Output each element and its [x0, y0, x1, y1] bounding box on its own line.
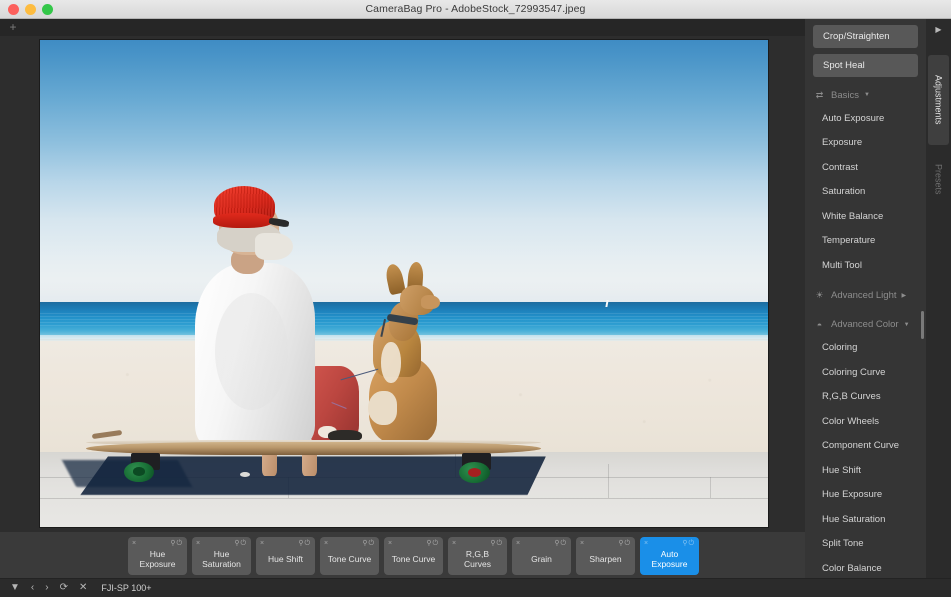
adjustment-saturation[interactable]: Saturation: [805, 180, 926, 205]
remove-icon[interactable]: ×: [580, 540, 584, 547]
filter-tile-hue-saturation[interactable]: × ⚲⏻ HueSaturation: [192, 537, 251, 575]
title-bar: CameraBag Pro - AdobeStock_72993547.jpeg: [0, 0, 951, 19]
adjustment-multi-tool[interactable]: Multi Tool: [805, 253, 926, 278]
adjustment-color-balance[interactable]: Color Balance: [805, 556, 926, 578]
section-label: Advanced Color: [831, 319, 899, 330]
filter-tile-label: Sharpen: [586, 554, 624, 564]
dog-chest: [381, 342, 401, 383]
panel-tab-rail: ▶ Adjustments Presets: [926, 19, 951, 578]
section-label: Basics: [831, 90, 859, 101]
adjustments-panel: Crop/Straighten Spot Heal ⇄ Basics ▼ Aut…: [805, 19, 926, 578]
spot-heal-button[interactable]: Spot Heal: [813, 54, 918, 77]
remove-icon[interactable]: ×: [452, 540, 456, 547]
remove-icon[interactable]: ×: [132, 540, 136, 547]
next-icon[interactable]: ›: [45, 582, 48, 594]
filter-strip: × ⚲⏻ HueExposure × ⚲⏻ HueSaturation × ⚲⏻…: [0, 532, 805, 578]
add-icon[interactable]: +: [7, 21, 19, 33]
crop-straighten-button[interactable]: Crop/Straighten: [813, 25, 918, 48]
chevron-down-icon[interactable]: ▼: [904, 322, 910, 328]
pin-power-icon[interactable]: ⚲⏻: [682, 540, 695, 547]
pin-power-icon[interactable]: ⚲⏻: [362, 540, 375, 547]
section-label: Advanced Light: [831, 290, 897, 301]
sun-icon: ☀: [814, 290, 825, 301]
remove-icon[interactable]: ×: [388, 540, 392, 547]
adjustment-rgb-curves[interactable]: R,G,B Curves: [805, 385, 926, 410]
droplet-icon: ◓: [814, 319, 825, 330]
section-header-basics[interactable]: ⇄ Basics ▼: [805, 84, 926, 106]
adjustment-exposure[interactable]: Exposure: [805, 131, 926, 156]
tab-presets[interactable]: Presets: [928, 149, 949, 209]
filter-tile-label: Grain: [528, 554, 555, 564]
filter-tile-auto-exposure[interactable]: × ⚲⏻ AutoExposure: [640, 537, 699, 575]
filter-tile-rgb-curves[interactable]: × ⚲⏻ R,G,BCurves: [448, 537, 507, 575]
filter-tile-sharpen[interactable]: × ⚲⏻ Sharpen: [576, 537, 635, 575]
pin-power-icon[interactable]: ⚲⏻: [234, 540, 247, 547]
section-header-advanced-color[interactable]: ◓ Advanced Color ▼: [805, 314, 926, 336]
adjustment-coloring[interactable]: Coloring: [805, 336, 926, 361]
dog-hind-leg: [368, 391, 397, 425]
filter-tiles: × ⚲⏻ HueExposure × ⚲⏻ HueSaturation × ⚲⏻…: [0, 532, 805, 575]
preset-label: FJI-SP 100+: [101, 583, 151, 593]
filter-tile-label: Tone Curve: [389, 554, 438, 564]
dog-muzzle: [421, 295, 440, 309]
filter-tile-label: HueExposure: [137, 549, 179, 569]
panel-scrollbar[interactable]: [921, 311, 924, 339]
filter-tile-label: AutoExposure: [649, 549, 691, 569]
filter-tile-tone-curve-1[interactable]: × ⚲⏻ Tone Curve: [320, 537, 379, 575]
remove-icon[interactable]: ×: [260, 540, 264, 547]
pin-power-icon[interactable]: ⚲⏻: [426, 540, 439, 547]
adjustment-split-tone[interactable]: Split Tone: [805, 532, 926, 557]
pin-power-icon[interactable]: ⚲⏻: [554, 540, 567, 547]
adjustment-component-curve[interactable]: Component Curve: [805, 434, 926, 459]
photo-frame: [40, 40, 768, 527]
adjustment-hue-saturation[interactable]: Hue Saturation: [805, 507, 926, 532]
filter-tile-grain[interactable]: × ⚲⏻ Grain: [512, 537, 571, 575]
collapse-panel-icon[interactable]: ▶: [926, 19, 951, 39]
shirt-fold: [215, 293, 288, 410]
filter-tile-label: Hue Shift: [265, 554, 306, 564]
image-canvas[interactable]: [0, 36, 805, 532]
adjustment-white-balance[interactable]: White Balance: [805, 204, 926, 229]
tab-adjustments[interactable]: Adjustments: [928, 55, 949, 145]
beanie-brim: [213, 213, 273, 228]
beach-photo: [40, 40, 768, 527]
sliders-icon: ⇄: [814, 90, 825, 101]
adjustment-hue-exposure[interactable]: Hue Exposure: [805, 483, 926, 508]
adjustment-hue-shift[interactable]: Hue Shift: [805, 458, 926, 483]
close-icon[interactable]: ✕: [79, 582, 87, 594]
remove-icon[interactable]: ×: [516, 540, 520, 547]
pin-power-icon[interactable]: ⚲⏻: [490, 540, 503, 547]
remove-icon[interactable]: ×: [196, 540, 200, 547]
filter-tile-label: Tone Curve: [325, 554, 374, 564]
wheel-front: [124, 462, 153, 482]
pin-power-icon[interactable]: ⚲⏻: [298, 540, 311, 547]
filter-tile-label: HueSaturation: [199, 549, 244, 569]
section-header-advanced-light[interactable]: ☀ Advanced Light ▶: [805, 285, 926, 307]
adjustment-contrast[interactable]: Contrast: [805, 155, 926, 180]
app-window: CameraBag Pro - AdobeStock_72993547.jpeg…: [0, 0, 951, 597]
pin-power-icon[interactable]: ⚲⏻: [618, 540, 631, 547]
adjustment-coloring-curve[interactable]: Coloring Curve: [805, 360, 926, 385]
filter-tile-label: R,G,BCurves: [461, 549, 494, 569]
remove-icon[interactable]: ×: [324, 540, 328, 547]
pin-power-icon[interactable]: ⚲⏻: [170, 540, 183, 547]
status-bar: ▼ ‹ › ⟳ ✕ FJI-SP 100+: [0, 578, 951, 597]
filter-tile-tone-curve-2[interactable]: × ⚲⏻ Tone Curve: [384, 537, 443, 575]
dropdown-icon[interactable]: ▼: [10, 582, 20, 594]
reset-icon[interactable]: ⟳: [60, 582, 68, 594]
adjustment-auto-exposure[interactable]: Auto Exposure: [805, 106, 926, 131]
sky-region: [40, 40, 768, 313]
filter-tile-hue-shift[interactable]: × ⚲⏻ Hue Shift: [256, 537, 315, 575]
filter-tile-hue-exposure[interactable]: × ⚲⏻ HueExposure: [128, 537, 187, 575]
window-title: CameraBag Pro - AdobeStock_72993547.jpeg: [0, 3, 951, 15]
chevron-down-icon[interactable]: ▼: [864, 92, 870, 98]
previous-icon[interactable]: ‹: [31, 582, 34, 594]
adjustment-color-wheels[interactable]: Color Wheels: [805, 409, 926, 434]
top-toolbar: +: [0, 19, 805, 36]
remove-icon[interactable]: ×: [644, 540, 648, 547]
chevron-right-icon[interactable]: ▶: [902, 292, 907, 299]
adjustment-temperature[interactable]: Temperature: [805, 229, 926, 254]
wheel-rear: [459, 462, 490, 483]
